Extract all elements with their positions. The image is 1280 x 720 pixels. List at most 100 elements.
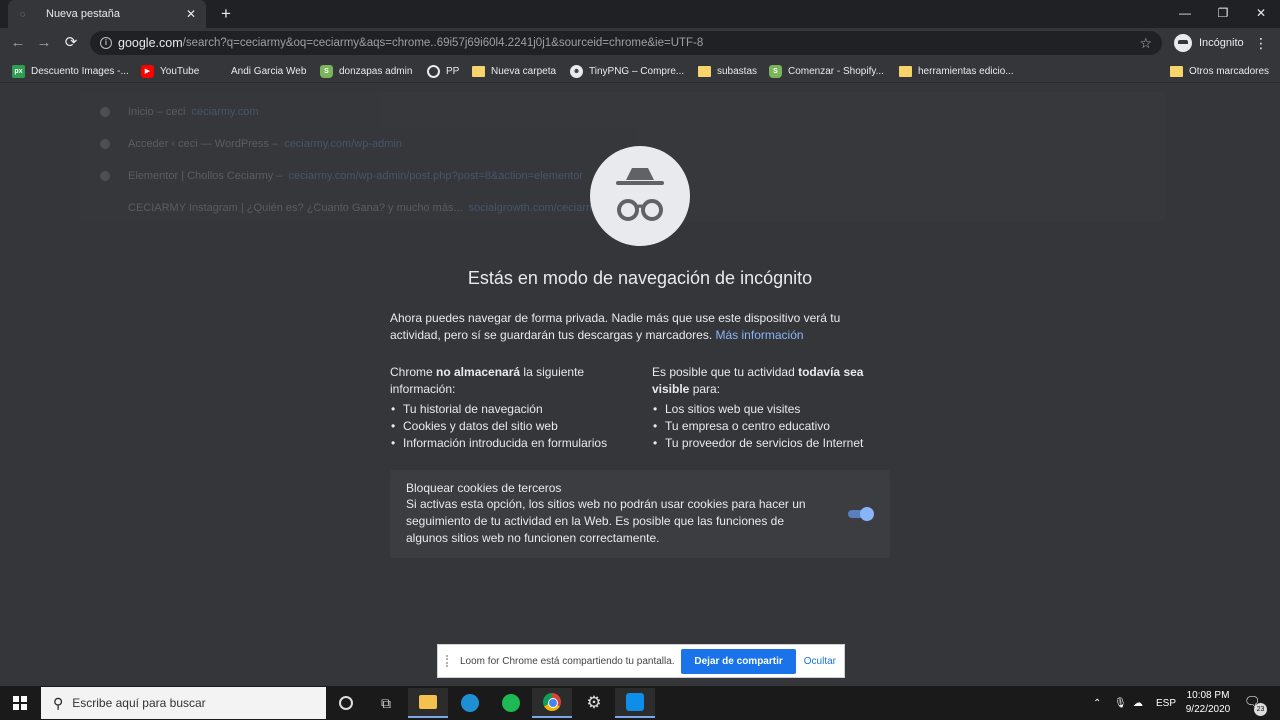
list-item: Información introducida en formularios [390, 435, 640, 452]
bookmark-andi-garcia-web[interactable]: Andi Garcia Web [212, 63, 306, 79]
bookmark-herramientas-edicion[interactable]: herramientas edicio... [899, 63, 1014, 79]
address-bar[interactable]: i google.com /search?q=ceciarmy&oq=cecia… [90, 31, 1162, 55]
blank-favicon-icon [212, 65, 225, 78]
taskbar-search-box[interactable]: ⚲ Escribe aquí para buscar [41, 687, 326, 719]
bookmark-star-icon[interactable]: ☆ [1139, 35, 1152, 52]
cloud-icon[interactable]: ☁ [1133, 686, 1143, 720]
start-button[interactable] [0, 686, 40, 720]
bookmark-comenzar-shopify[interactable]: S Comenzar - Shopify... [769, 63, 884, 79]
taskbar-clock[interactable]: 10:08 PM 9/22/2020 [1178, 689, 1238, 717]
hide-button[interactable]: Ocultar [804, 656, 836, 667]
windows-taskbar: ⚲ Escribe aquí para buscar ⧉ ⚙ ⌃ 🎙 ☁ ESP… [0, 686, 1280, 720]
not-saved-heading: Chrome no almacenará la siguiente inform… [390, 365, 585, 396]
learn-more-link[interactable]: Más información [716, 328, 804, 342]
bookmark-subastas[interactable]: subastas [698, 63, 757, 79]
bookmarks-bar: px Descuento Images -... ▶ YouTube Andi … [0, 58, 1280, 83]
bookmark-pp[interactable]: PP [427, 63, 459, 79]
taskbar-search-placeholder: Escribe aquí para buscar [72, 696, 206, 710]
bookmark-youtube[interactable]: ▶ YouTube [141, 63, 199, 79]
back-button[interactable]: ← [7, 32, 29, 54]
reload-button[interactable]: ⟳ [60, 32, 82, 54]
px-favicon-icon: px [12, 64, 25, 78]
stop-sharing-button[interactable]: Dejar de compartir [681, 648, 796, 674]
list-item: Tu empresa o centro educativo [652, 418, 902, 435]
folder-icon [1170, 65, 1183, 77]
folder-icon [899, 65, 912, 77]
file-explorer-button[interactable] [408, 688, 448, 718]
cortana-button[interactable] [326, 688, 366, 718]
forward-button[interactable]: → [33, 32, 55, 54]
globe-icon [100, 171, 110, 181]
spotify-button[interactable] [491, 688, 531, 718]
still-visible-list: Los sitios web que visites Tu empresa o … [652, 401, 902, 452]
bookmark-tinypng[interactable]: ☻ TinyPNG – Compre... [570, 63, 684, 79]
tab-strip: ◌ Nueva pestaña ✕ + — ❐ ✕ [0, 0, 1280, 28]
task-view-icon: ⧉ [381, 694, 391, 711]
cookie-controls-description: Si activas esta opción, los sitios web n… [406, 497, 806, 545]
bookmark-descuento-images[interactable]: px Descuento Images -... [12, 63, 129, 79]
teamviewer-button[interactable] [615, 688, 655, 718]
close-window-button[interactable]: ✕ [1242, 0, 1280, 28]
loom-sharing-bar: Loom for Chrome está compartiendo tu pan… [437, 644, 845, 678]
not-saved-column: Chrome no almacenará la siguiente inform… [390, 364, 640, 452]
incognito-profile-button[interactable]: Incógnito [1168, 31, 1250, 55]
suggestion-item[interactable]: CECIARMY Instagram | ¿Quién es? ¿Cuanto … [128, 200, 601, 216]
shopify-icon: S [769, 64, 782, 78]
maximize-button[interactable]: ❐ [1204, 0, 1242, 28]
drag-handle-icon[interactable] [446, 655, 452, 667]
chrome-icon [543, 693, 561, 711]
tray-chevron-icon[interactable]: ⌃ [1093, 686, 1101, 720]
spotify-icon [502, 694, 520, 712]
clock-date: 9/22/2020 [1185, 704, 1231, 715]
intro-text: Ahora puedes navegar de forma privada. N… [390, 311, 841, 342]
suggestion-item[interactable]: Inicio – ceci ceciarmy.com [100, 104, 259, 120]
gear-icon: ⚙ [586, 693, 602, 712]
suggestion-item[interactable]: Acceder ‹ ceci — WordPress – ceciarmy.co… [100, 136, 402, 152]
bookmark-donzapas-admin[interactable]: S donzapas admin [320, 63, 412, 79]
new-tab-button[interactable]: + [216, 4, 236, 24]
tab-new-tab[interactable]: ◌ Nueva pestaña ✕ [8, 0, 206, 28]
suggestion-item[interactable]: Elementor | Chollos Ceciarmy – ceciarmy.… [100, 168, 583, 184]
notification-center-icon[interactable]: 🗨 23 [1244, 694, 1267, 716]
bookmark-otros-marcadores[interactable]: Otros marcadores [1170, 63, 1269, 79]
folder-icon [419, 695, 437, 709]
notification-badge: 23 [1254, 703, 1267, 716]
browser-menu-icon[interactable]: ⋮ [1253, 33, 1269, 53]
list-item: Tu proveedor de servicios de Internet [652, 435, 902, 452]
language-indicator[interactable]: ESP [1156, 686, 1176, 720]
browser-toolbar: ← → ⟳ i google.com /search?q=ceciarmy&oq… [0, 28, 1280, 58]
folder-icon [698, 65, 711, 77]
teamviewer-icon [626, 693, 644, 711]
chrome-button[interactable] [532, 688, 572, 718]
still-visible-column: Es posible que tu actividad todavía sea … [652, 364, 902, 452]
list-item: Tu historial de navegación [390, 401, 640, 418]
cookie-controls-title: Bloquear cookies de terceros [406, 481, 562, 495]
settings-button[interactable]: ⚙ [574, 688, 614, 718]
globe-icon [427, 64, 440, 78]
list-item: Los sitios web que visites [652, 401, 902, 418]
cortana-icon [339, 696, 353, 710]
not-saved-list: Tu historial de navegación Cookies y dat… [390, 401, 640, 452]
windows-logo-icon [13, 696, 27, 710]
page-title: Estás en modo de navegación de incógnito [467, 268, 813, 288]
loom-sharing-message: Loom for Chrome está compartiendo tu pan… [460, 655, 675, 667]
site-info-icon[interactable]: i [100, 37, 112, 49]
bookmark-nueva-carpeta[interactable]: Nueva carpeta [472, 63, 556, 79]
block-cookies-toggle[interactable] [848, 507, 874, 521]
minimize-button[interactable]: — [1166, 0, 1204, 28]
task-view-button[interactable]: ⧉ [366, 688, 406, 718]
tab-close-icon[interactable]: ✕ [184, 7, 198, 21]
url-path: /search?q=ceciarmy&oq=ceciarmy&aqs=chrom… [182, 37, 704, 49]
youtube-icon: ▶ [141, 64, 154, 78]
edge-button[interactable] [450, 688, 490, 718]
incognito-hero-icon [590, 146, 690, 246]
list-item: Cookies y datos del sitio web [390, 418, 640, 435]
url-host: google.com [118, 36, 183, 50]
loading-spinner-icon: ◌ [20, 9, 26, 19]
search-icon: ⚲ [53, 694, 64, 711]
shopify-icon: S [320, 64, 333, 78]
cookie-controls-card: Bloquear cookies de terceros Si activas … [390, 470, 890, 558]
still-visible-heading: Es posible que tu actividad todavía sea … [652, 365, 864, 396]
microphone-icon[interactable]: 🎙 [1114, 686, 1127, 720]
folder-icon [472, 65, 485, 77]
